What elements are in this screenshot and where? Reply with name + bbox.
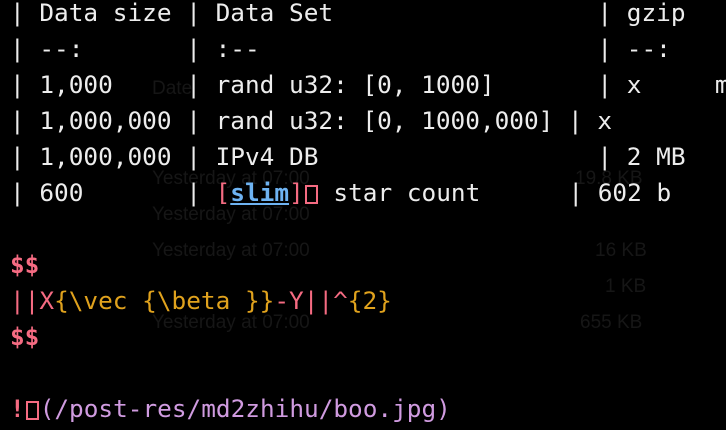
table-pipe: | <box>597 142 613 171</box>
table-cell-gzip: x m <box>612 70 726 99</box>
math-close-delimiter: $$ <box>10 322 40 351</box>
table-row: | 600 | [slim] star count | 602 b <box>10 175 671 211</box>
link-close-bracket: ] <box>289 178 304 207</box>
table-pipe: | <box>568 106 583 135</box>
table-align-row: | --: | :-- | --: <box>10 31 671 67</box>
math-vec-beta: {\vec {\beta }} <box>54 286 275 315</box>
table-pipe: | <box>10 34 25 63</box>
ghost-size-row: 1 KB <box>605 276 647 297</box>
table-row: | 1,000 | rand u32: [0, 1000] | x m <box>10 67 726 103</box>
table-cell-set: rand u32: [0, 1000] <box>200 70 598 99</box>
table-pipe: | <box>186 178 201 207</box>
empty-link-placeholder-icon <box>304 185 318 204</box>
table-row: | 1,000,000 | rand u32: [0, 1000,000] | … <box>10 103 612 139</box>
table-align-set: :-- <box>200 34 598 63</box>
math-minus-y: -Y||^ <box>274 286 348 315</box>
table-pipe: | <box>186 0 201 27</box>
ghost-size-row: 655 KB <box>580 312 643 333</box>
table-pipe: | <box>186 34 201 63</box>
table-pipe: | <box>597 0 613 27</box>
table-header-gzip: gzip <box>612 0 686 27</box>
table-pipe: | <box>597 70 613 99</box>
table-pipe: | <box>10 106 25 135</box>
math-open-delimiter: $$ <box>10 250 40 279</box>
table-cell-size: 1,000,000 <box>24 106 187 135</box>
image-link-line: ! (/post-res/md2zhihu/boo.jpg) <box>10 391 451 427</box>
math-exponent: {2} <box>347 286 392 315</box>
table-cell-set-prefix <box>201 178 216 207</box>
table-pipe: | <box>186 142 201 171</box>
table-cell-size: 1,000,000 <box>24 142 187 171</box>
table-pipe: | <box>10 178 25 207</box>
table-pipe: | <box>10 0 25 27</box>
image-bang: ! <box>10 394 25 423</box>
table-pipe: | <box>597 34 613 63</box>
table-pipe: | <box>10 142 25 171</box>
table-cell-size: 1,000 <box>24 70 187 99</box>
table-row: | 1,000,000 | IPv4 DB | 2 MB <box>10 139 686 175</box>
table-cell-gzip: 602 b <box>583 178 672 207</box>
table-pipe: | <box>186 70 201 99</box>
math-expr-start: ||X <box>10 286 55 315</box>
table-header-row: | Data size | Data Set | gzip <box>10 0 686 31</box>
table-cell-gzip: 2 MB <box>612 142 686 171</box>
table-cell-set: rand u32: [0, 1000,000] <box>200 106 569 135</box>
table-pipe: | <box>568 178 584 207</box>
table-align-size: --: <box>24 34 187 63</box>
slim-link[interactable]: slim <box>230 178 289 207</box>
table-cell-size: 600 <box>24 178 187 207</box>
table-header-size: Data size <box>24 0 187 27</box>
ghost-date-row: Yesterday at 07:00 <box>152 240 310 261</box>
table-cell-set: IPv4 DB <box>200 142 598 171</box>
link-open-bracket: [ <box>215 178 231 207</box>
table-align-gzip: --: <box>612 34 671 63</box>
image-path-link[interactable]: (/post-res/md2zhihu/boo.jpg) <box>40 394 451 423</box>
table-cell-set-tail: star count <box>318 178 569 207</box>
math-expression: ||X{\vec {\beta }}-Y||^{2} <box>10 283 392 319</box>
table-pipe: | <box>10 70 25 99</box>
table-header-set: Data Set <box>200 0 598 27</box>
table-pipe: | <box>186 106 201 135</box>
ghost-size-row: 16 KB <box>595 240 647 261</box>
image-alt-placeholder-icon <box>25 401 39 420</box>
table-cell-gzip: x <box>582 106 613 135</box>
